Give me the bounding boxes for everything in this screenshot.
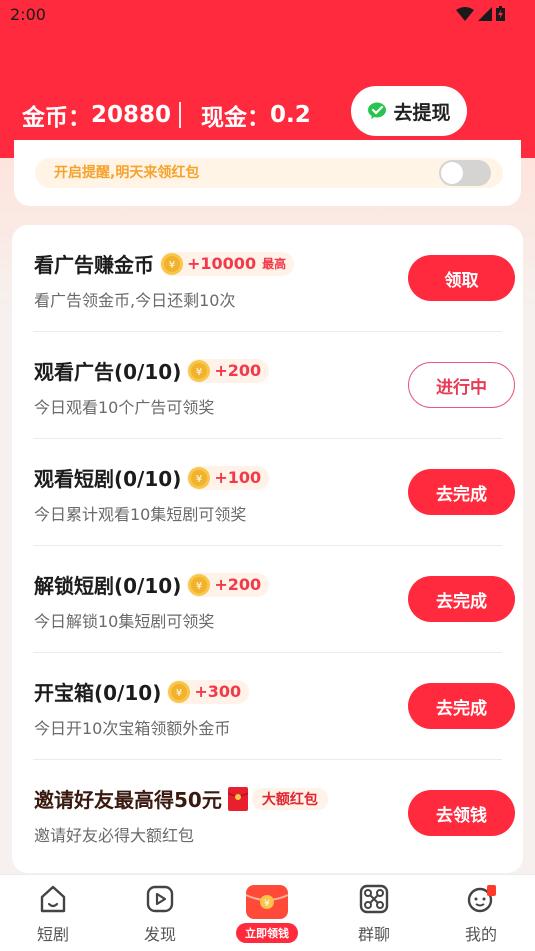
balance-summary: 金币： 20880 现金： 0.2: [22, 98, 311, 132]
nav-label: 发现: [143, 925, 176, 944]
bottom-nav: 短剧 发现 ¥ 立即领钱 群聊 我的: [0, 874, 535, 951]
group-chat-icon: [359, 884, 389, 914]
task-title: 观看短剧(0/10): [34, 467, 182, 491]
reward-amount: +200: [214, 361, 262, 380]
task-description: 看广告领金币,今日还剩10次: [34, 291, 236, 310]
svg-text:¥: ¥: [196, 367, 202, 378]
reward-amount: +300: [194, 682, 242, 701]
home-icon: [40, 885, 66, 913]
nav-label: 短剧: [36, 925, 69, 944]
task-row: 观看广告(0/10) ¥ +200 今日观看10个广告可领奖 进行中: [12, 332, 523, 439]
reminder-text: 开启提醒,明天来领红包: [54, 165, 200, 181]
task-description: 今日开10次宝箱领额外金币: [34, 719, 231, 738]
header: 2:00 金币： 20880 现金： 0.2 去提现: [0, 0, 535, 158]
coin-icon: ¥: [188, 466, 211, 489]
reward-note: 最高: [262, 257, 287, 271]
nav-item-earn[interactable]: ¥ 立即领钱: [232, 879, 302, 943]
reward-badge: ¥ +300: [167, 679, 250, 704]
reward-badge: ¥ +10000 最高: [160, 251, 295, 276]
coin-icon: ¥: [168, 680, 191, 703]
complete-button[interactable]: 去完成: [408, 576, 515, 622]
task-description: 今日观看10个广告可领奖: [34, 398, 215, 417]
big-red-packet-tag: 大额红包: [251, 787, 328, 810]
svg-text:¥: ¥: [264, 899, 270, 909]
task-title: 开宝箱(0/10): [34, 681, 162, 705]
withdraw-label: 去提现: [393, 101, 451, 124]
task-description: 邀请好友必得大额红包: [34, 826, 195, 845]
gift-icon: ¥: [245, 885, 289, 919]
task-title: 观看广告(0/10): [34, 360, 182, 384]
complete-button[interactable]: 去完成: [408, 469, 515, 515]
nav-item-group-chat[interactable]: 群聊: [334, 883, 414, 945]
status-time: 2:00: [10, 5, 46, 24]
status-bar: 2:00: [0, 0, 535, 28]
task-row: 开宝箱(0/10) ¥ +300 今日开10次宝箱领额外金币 去完成: [12, 653, 523, 760]
svg-text:¥: ¥: [196, 581, 202, 592]
cash-label: 现金：: [201, 105, 271, 131]
withdraw-button[interactable]: 去提现: [351, 86, 467, 136]
coin-icon: ¥: [188, 359, 211, 382]
reminder-toggle[interactable]: [439, 160, 491, 186]
task-title: 看广告赚金币: [34, 253, 154, 277]
profile-icon: [467, 885, 496, 913]
reward-amount: +100: [214, 468, 262, 487]
coins-value: 20880: [91, 102, 172, 128]
task-description: 今日解锁10集短剧可领奖: [34, 612, 215, 631]
task-row: 邀请好友最高得50元 大额红包 邀请好友必得大额红包 去领钱: [12, 760, 523, 867]
svg-text:¥: ¥: [176, 688, 182, 699]
balance-divider: [179, 102, 182, 128]
task-description: 今日累计观看10集短剧可领奖: [34, 505, 247, 524]
wechat-icon: [368, 102, 387, 119]
nav-label: 我的: [464, 925, 497, 944]
red-packet-icon: [227, 786, 248, 811]
signal-icon: [478, 6, 492, 21]
nav-item-shorts[interactable]: 短剧: [13, 883, 93, 945]
coin-icon: ¥: [161, 252, 183, 275]
task-list: 看广告赚金币 ¥ +10000 最高 看广告领金币,今日还剩10次 领取 观看广…: [12, 225, 523, 873]
complete-button[interactable]: 去完成: [408, 683, 515, 729]
reward-badge: ¥ +200: [187, 572, 270, 597]
get-money-button[interactable]: 去领钱: [408, 790, 515, 836]
reward-badge: ¥ +100: [187, 465, 270, 490]
status-icons: [456, 6, 505, 21]
reward-amount: +200: [214, 575, 262, 594]
nav-item-me[interactable]: 我的: [441, 883, 521, 945]
wifi-icon: [456, 6, 474, 21]
coins-label: 金币：: [22, 105, 91, 131]
task-row: 解锁短剧(0/10) ¥ +200 今日解锁10集短剧可领奖 去完成: [12, 546, 523, 653]
coin-icon: ¥: [188, 573, 211, 596]
play-icon: [146, 885, 174, 913]
reward-amount: +10000: [187, 254, 257, 273]
toggle-knob: [441, 162, 463, 184]
task-title: 邀请好友最高得50元: [34, 788, 222, 812]
nav-label: 群聊: [357, 925, 390, 944]
svg-text:¥: ¥: [169, 260, 175, 271]
task-row: 看广告赚金币 ¥ +10000 最高 看广告领金币,今日还剩10次 领取: [12, 225, 523, 332]
task-row: 观看短剧(0/10) ¥ +100 今日累计观看10集短剧可领奖 去完成: [12, 439, 523, 546]
svg-text:¥: ¥: [196, 474, 202, 485]
nav-item-discover[interactable]: 发现: [120, 883, 200, 945]
reminder-bar: 开启提醒,明天来领红包: [35, 158, 503, 188]
reminder-card: 开启提醒,明天来领红包: [14, 140, 521, 206]
earn-badge: 立即领钱: [236, 923, 298, 943]
reward-badge: ¥ +200: [187, 358, 270, 383]
claim-button[interactable]: 领取: [408, 255, 515, 301]
in-progress-button[interactable]: 进行中: [408, 362, 515, 408]
task-title: 解锁短剧(0/10): [34, 574, 182, 598]
battery-icon: [496, 6, 505, 21]
cash-value: 0.2: [270, 102, 311, 128]
